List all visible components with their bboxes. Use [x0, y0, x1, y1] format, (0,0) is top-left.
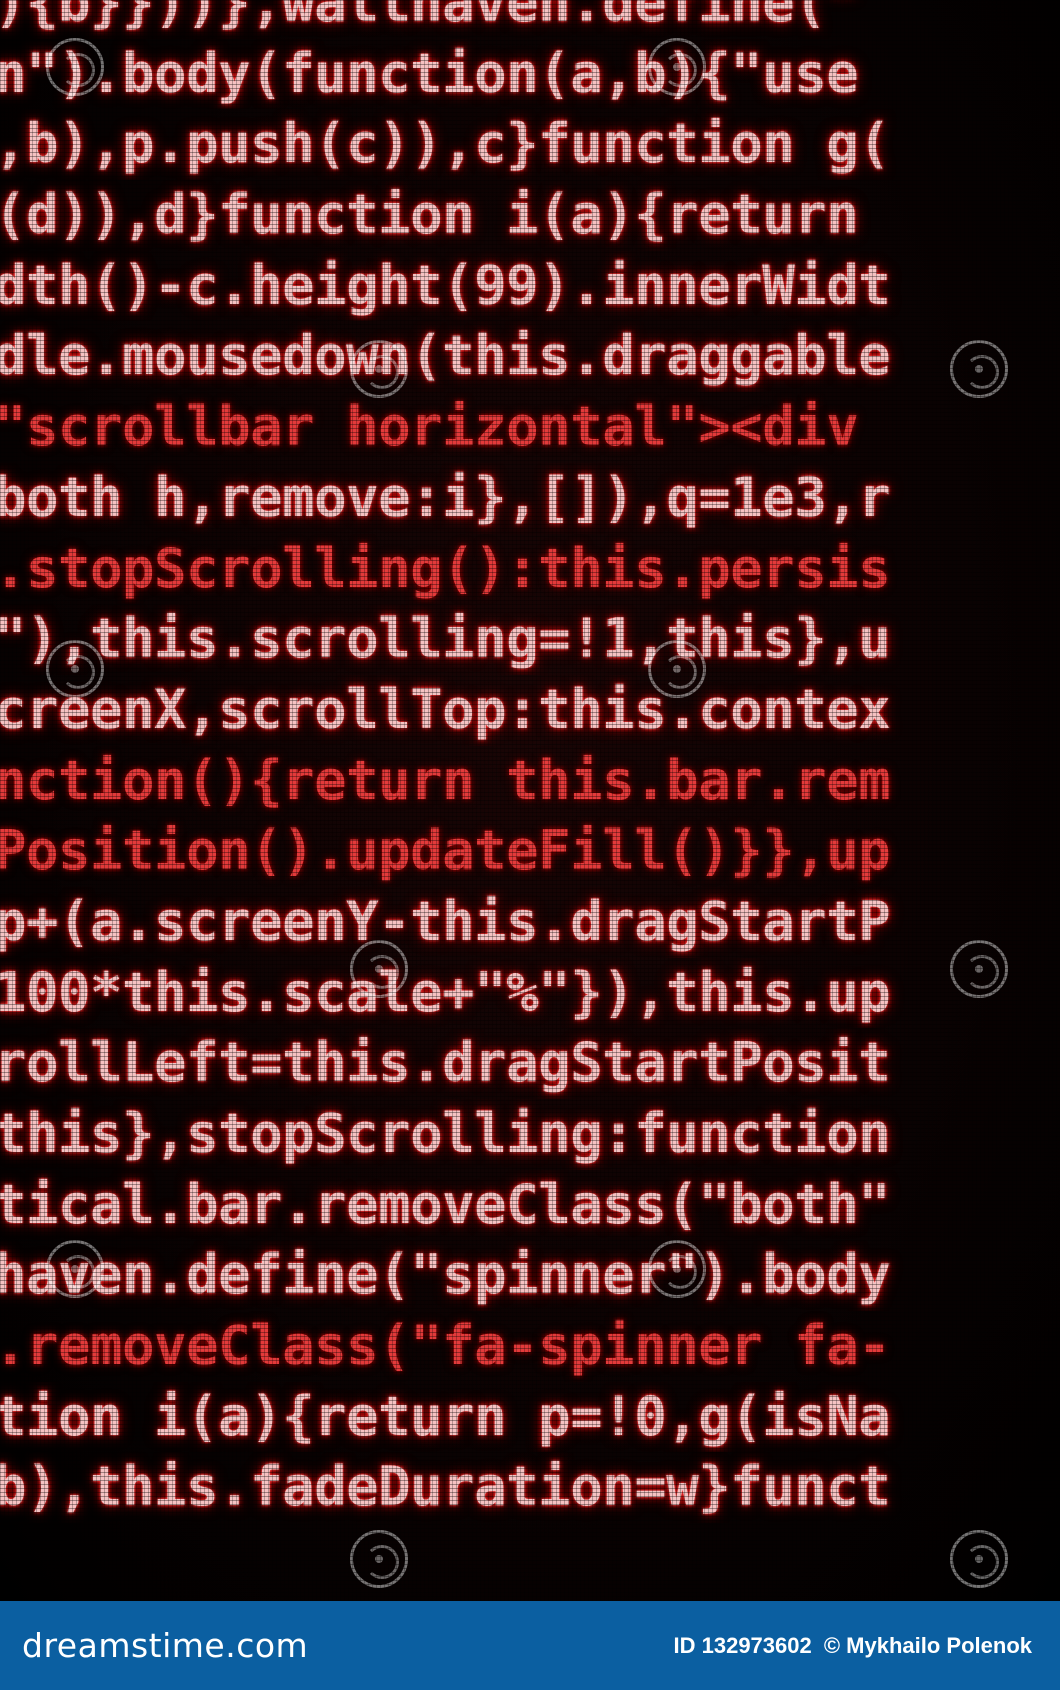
- code-line: tion i(a){return p=!0,g(isNa: [0, 1384, 891, 1448]
- code-line: dle.mousedown(this.draggable: [0, 324, 891, 388]
- code-lines: ){b}}))},wallhaven.define(" n").body(fun…: [0, 0, 1060, 1523]
- code-line: haven.define("spinner").body: [0, 1243, 891, 1307]
- code-line: creenX,scrollTop:this.contex: [0, 677, 891, 741]
- code-line: both h,remove:i},[]),q=1e3,r: [0, 465, 891, 529]
- photo-credit: ID 132973602 © Mykhailo Polenok: [668, 1633, 1033, 1659]
- code-line: this},stopScrolling:function: [0, 1102, 891, 1165]
- image-id: ID 132973602: [673, 1632, 812, 1658]
- code-line: n").body(function(a,b){"use: [0, 41, 859, 105]
- code-line: tical.bar.removeClass("both": [0, 1172, 891, 1236]
- code-line: .removeClass("fa-spinner fa-: [0, 1314, 891, 1378]
- code-screen-photo: ){b}}))},wallhaven.define(" n").body(fun…: [0, 0, 1060, 1601]
- dreamstime-logo: dreamstime.com: [22, 1626, 309, 1665]
- code-line: rollLeft=this.dragStartPosit: [0, 1031, 891, 1095]
- stock-photo-footer: dreamstime.com ID 132973602 © Mykhailo P…: [0, 1601, 1060, 1690]
- code-line: Position().updateFill()}},up: [0, 819, 891, 883]
- dreamstime-watermark-icon: [350, 1530, 408, 1588]
- code-line: p+(a.screenY-this.dragStartP: [0, 889, 891, 953]
- dreamstime-watermark-icon: [950, 1530, 1008, 1588]
- code-line: (d)),d}function i(a){return: [0, 183, 891, 247]
- copyright-author: © Mykhailo Polenok: [823, 1632, 1032, 1658]
- code-line: dth()-c.height(99).innerWidt: [0, 253, 891, 317]
- code-line: b),this.fadeDuration=w}funct: [0, 1455, 891, 1519]
- code-line: 100*this.scale+"%"}),this.up: [0, 960, 891, 1024]
- code-line: "scrollbar horizontal"><div: [0, 395, 859, 459]
- code-line: .stopScrolling():this.persis: [0, 536, 891, 600]
- code-line: nction(){return this.bar.rem: [0, 748, 891, 812]
- code-line: ,b),p.push(c)),c}function g(: [0, 112, 891, 176]
- code-line: "),this.scrolling=!1,this},u: [0, 607, 891, 671]
- code-line: ){b}}))},wallhaven.define(": [0, 0, 859, 34]
